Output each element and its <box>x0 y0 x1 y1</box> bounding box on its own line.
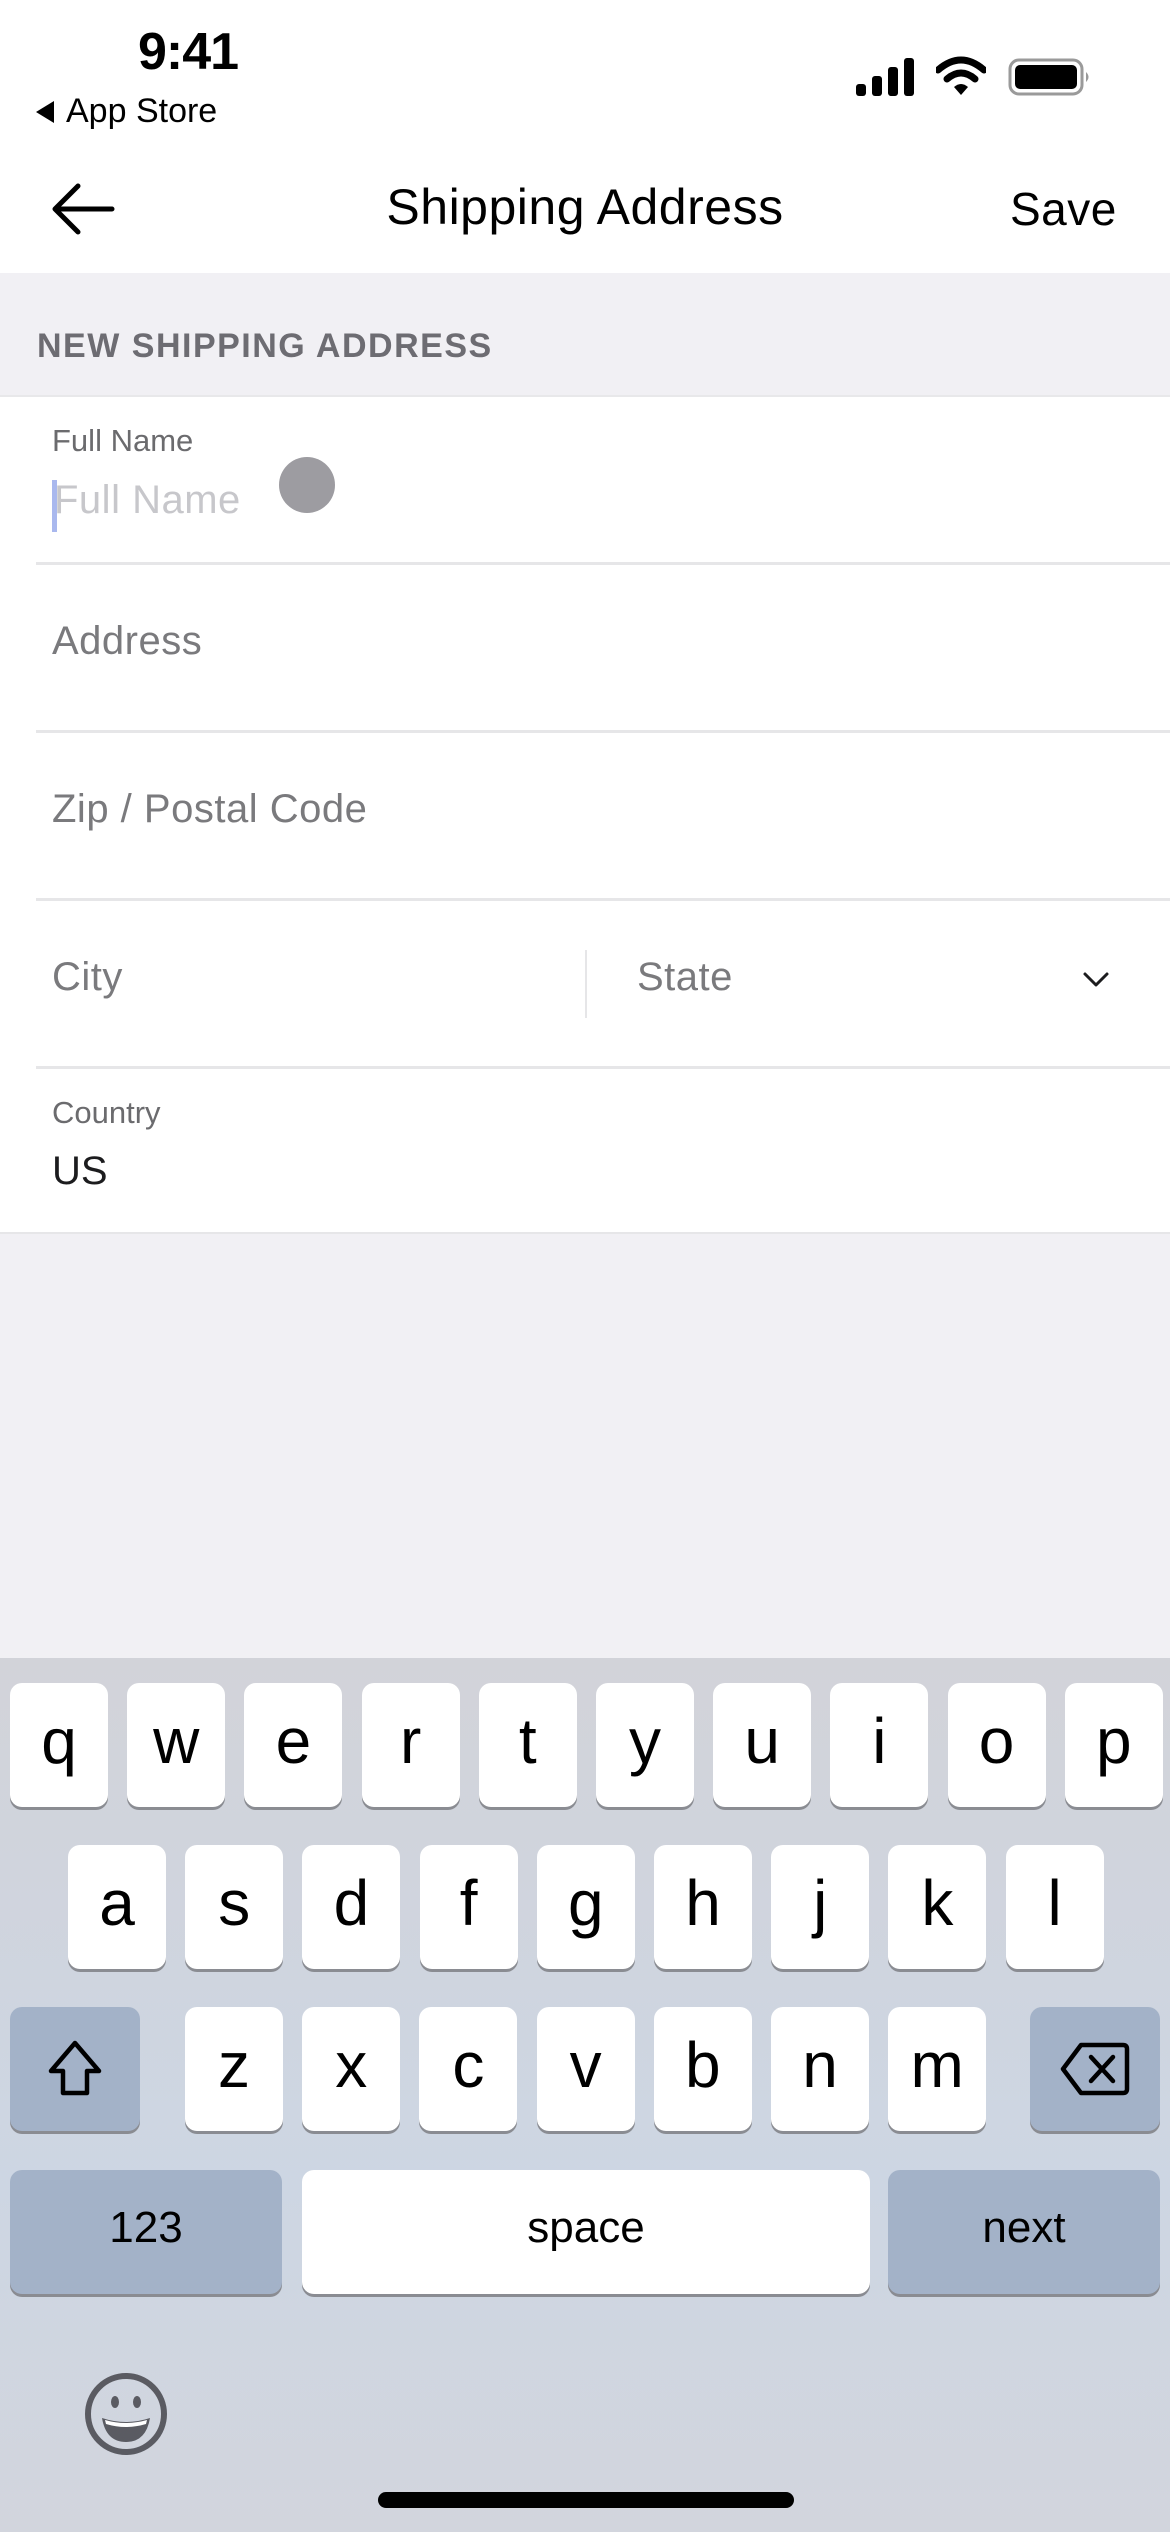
key-z[interactable]: z <box>185 2007 283 2131</box>
key-c-label: c <box>452 2029 485 2101</box>
state-placeholder: State <box>637 955 733 999</box>
save-button[interactable]: Save <box>1010 182 1117 236</box>
key-o[interactable]: o <box>947 1683 1046 1807</box>
key-e-label: e <box>275 1705 312 1777</box>
key-w[interactable]: w <box>127 1683 226 1807</box>
key-v[interactable]: v <box>536 2007 635 2131</box>
key-v-label: v <box>569 2029 602 2101</box>
country-value: US <box>52 1149 108 1193</box>
key-t[interactable]: t <box>478 1683 577 1807</box>
shift-key[interactable] <box>10 2007 140 2131</box>
battery-icon <box>1008 58 1089 96</box>
key-k[interactable]: k <box>888 1845 987 1969</box>
key-w-label: w <box>153 1705 200 1777</box>
key-a[interactable]: a <box>68 1845 166 1969</box>
shift-icon <box>48 2040 102 2096</box>
key-g-label: g <box>568 1867 604 1939</box>
next-key[interactable]: next <box>888 2170 1160 2294</box>
key-d[interactable]: d <box>302 1845 401 1969</box>
section-header: NEW SHIPPING ADDRESS <box>37 327 493 365</box>
key-m[interactable]: m <box>888 2007 987 2131</box>
key-m-label: m <box>910 2029 964 2101</box>
key-f-label: f <box>459 1867 478 1939</box>
key-s[interactable]: s <box>185 1845 284 1969</box>
key-e[interactable]: e <box>244 1683 343 1807</box>
key-s-label: s <box>218 1867 251 1939</box>
city-state-divider <box>585 950 587 1018</box>
backspace-icon <box>1060 2042 1130 2096</box>
key-t-label: t <box>518 1705 537 1777</box>
signal-icon <box>856 58 914 96</box>
key-o-label: o <box>978 1705 1015 1777</box>
key-b[interactable]: b <box>653 2007 752 2131</box>
key-g[interactable]: g <box>536 1845 635 1969</box>
back-to-app-link[interactable]: App Store <box>36 92 217 131</box>
key-j-label: j <box>813 1867 828 1939</box>
key-i[interactable]: i <box>830 1683 929 1807</box>
key-l[interactable]: l <box>1005 1845 1104 1969</box>
page-title: Shipping Address <box>386 179 784 235</box>
key-n[interactable]: n <box>771 2007 869 2131</box>
key-n-label: n <box>802 2029 838 2101</box>
next-key-label: next <box>982 2203 1066 2252</box>
key-i-label: i <box>872 1705 887 1777</box>
key-x[interactable]: x <box>302 2007 401 2131</box>
chevron-down-icon[interactable] <box>1082 970 1110 990</box>
wifi-icon <box>936 56 986 95</box>
key-x-label: x <box>335 2029 368 2101</box>
numbers-key-label: 123 <box>109 2203 183 2252</box>
key-u-label: u <box>744 1705 780 1777</box>
address-placeholder: Address <box>52 619 203 663</box>
key-y[interactable]: y <box>596 1683 694 1807</box>
key-l-label: l <box>1047 1867 1062 1939</box>
status-time: 9:41 <box>138 23 239 81</box>
key-r[interactable]: r <box>361 1683 460 1807</box>
key-u[interactable]: u <box>713 1683 812 1807</box>
key-h-label: h <box>685 1867 721 1939</box>
key-p-label: p <box>1096 1705 1132 1777</box>
numbers-key[interactable]: 123 <box>10 2170 282 2294</box>
key-q[interactable]: q <box>10 1683 108 1807</box>
key-h[interactable]: h <box>654 1845 752 1969</box>
key-y-label: y <box>629 1705 661 1777</box>
full-name-placeholder: Full Name <box>54 478 241 522</box>
key-d-label: d <box>333 1867 370 1939</box>
back-triangle-icon <box>36 100 54 123</box>
key-j[interactable]: j <box>771 1845 870 1969</box>
key-c[interactable]: c <box>419 2007 518 2131</box>
key-k-label: k <box>921 1867 954 1939</box>
country-label: Country <box>52 1095 161 1130</box>
delete-key[interactable] <box>1030 2007 1160 2131</box>
touch-indicator <box>279 457 335 513</box>
full-name-label: Full Name <box>52 423 194 458</box>
space-key[interactable]: space <box>302 2170 870 2294</box>
back-app-label: App Store <box>66 92 218 130</box>
key-z-label: z <box>218 2029 250 2101</box>
country-field[interactable] <box>0 1069 1170 1232</box>
key-f[interactable]: f <box>419 1845 518 1969</box>
city-placeholder: City <box>52 955 123 999</box>
space-key-label: space <box>527 2203 645 2252</box>
key-b-label: b <box>685 2029 721 2101</box>
text-caret <box>52 480 57 532</box>
key-p[interactable]: p <box>1064 1683 1163 1807</box>
key-a-label: a <box>99 1867 135 1939</box>
home-indicator[interactable] <box>378 2492 794 2508</box>
zip-code-placeholder: Zip / Postal Code <box>52 787 368 831</box>
emoji-icon[interactable] <box>80 2368 172 2460</box>
key-r-label: r <box>399 1705 422 1777</box>
key-q-label: q <box>41 1705 77 1777</box>
